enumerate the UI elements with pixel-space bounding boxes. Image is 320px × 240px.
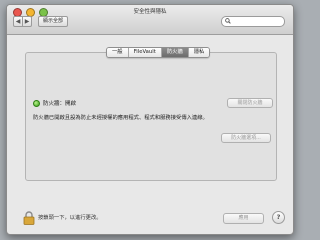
lock-hint: 按鎖頭一下，以進行更改。 (38, 215, 102, 221)
window-title: 安全性與隱私 (133, 9, 167, 15)
back-button[interactable]: ◀ (13, 16, 23, 27)
tab-bar: 一般 FileVault 防火牆 隱私 (106, 47, 211, 58)
title-bar: 安全性與隱私 ◀ ▶ 顯示全部 (7, 5, 293, 35)
tab-firewall[interactable]: 防火牆 (160, 48, 188, 57)
firewall-description: 防火牆已開啟且設為防止未經授權的應用程式、程式和服務接受傳入連線。 (33, 115, 208, 121)
tab-filevault[interactable]: FileVault (127, 48, 161, 57)
navigation-buttons: ◀ ▶ (13, 16, 32, 27)
status-indicator-icon (33, 99, 40, 107)
lock-icon[interactable] (23, 210, 35, 229)
firewall-status: 防火牆：開啟 (33, 99, 76, 107)
tab-privacy[interactable]: 隱私 (187, 48, 210, 57)
search-icon (225, 17, 231, 26)
search-field[interactable] (221, 16, 285, 27)
tab-general[interactable]: 一般 (107, 48, 128, 57)
search-input[interactable] (232, 17, 280, 26)
footer: 按鎖頭一下，以進行更改。 應用 ? (7, 186, 293, 234)
forward-button[interactable]: ▶ (23, 16, 32, 27)
firewall-status-label: 防火牆：開啟 (43, 101, 77, 107)
turn-off-firewall-button[interactable]: 關閉防火牆 (227, 98, 273, 108)
firewall-options-button[interactable]: 防火牆選項... (221, 133, 271, 143)
preferences-window: 安全性與隱私 ◀ ▶ 顯示全部 一般 FileVault 防火牆 隱私 防火牆：… (6, 4, 294, 235)
show-all-button[interactable]: 顯示全部 (38, 16, 69, 27)
apply-button[interactable]: 應用 (223, 213, 264, 224)
help-button[interactable]: ? (272, 211, 285, 224)
